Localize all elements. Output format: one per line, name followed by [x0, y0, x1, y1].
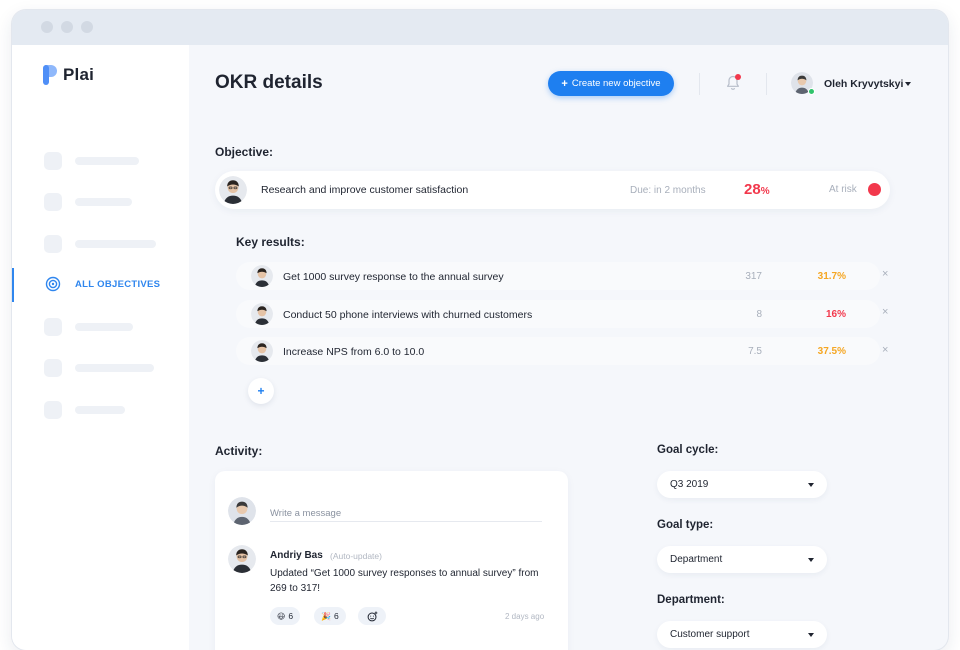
- page-title: OKR details: [215, 72, 323, 93]
- plus-icon: +: [561, 77, 568, 90]
- goal-type-value: Department: [670, 554, 723, 565]
- chevron-down-icon: [808, 558, 814, 562]
- reaction-party[interactable]: 🎉 6: [314, 607, 346, 625]
- department-value: Customer support: [670, 629, 750, 640]
- app-logo[interactable]: Plai: [43, 63, 94, 87]
- key-result-title: Conduct 50 phone interviews with churned…: [283, 309, 533, 321]
- create-objective-button[interactable]: + Create new objective: [548, 71, 674, 96]
- goal-type-label: Goal type:: [657, 519, 714, 531]
- key-results-section-label: Key results:: [236, 235, 305, 249]
- window-minimize-dot[interactable]: [61, 21, 73, 33]
- add-key-result-button[interactable]: +: [248, 378, 274, 404]
- sidebar: Plai ALL OBJECTIVES: [12, 45, 189, 650]
- placeholder-label: [75, 364, 154, 372]
- placeholder-label: [75, 157, 139, 165]
- goal-type-select[interactable]: Department: [657, 546, 827, 573]
- sidebar-item-2[interactable]: [44, 193, 132, 211]
- goal-cycle-value: Q3 2019: [670, 479, 709, 490]
- placeholder-label: [75, 240, 156, 248]
- sidebar-item-label: ALL OBJECTIVES: [75, 278, 161, 290]
- smile-icon: 😃: [277, 611, 286, 621]
- sidebar-item-6[interactable]: [44, 359, 154, 377]
- activity-timestamp: 2 days ago: [505, 612, 545, 621]
- objective-progress: 28%: [744, 181, 770, 198]
- key-result-percent: 37.5%: [817, 346, 846, 357]
- window-maximize-dot[interactable]: [81, 21, 93, 33]
- owner-avatar: [251, 303, 273, 325]
- app-name: Plai: [63, 65, 95, 84]
- key-result-value: 7.5: [748, 346, 762, 357]
- department-select[interactable]: Customer support: [657, 621, 827, 648]
- party-icon: 🎉: [321, 611, 331, 621]
- app-window: Plai ALL OBJECTIVES OKR details + Create…: [12, 10, 948, 650]
- main-content: OKR details + Create new objective Oleh …: [189, 45, 948, 650]
- key-result-row[interactable]: Conduct 50 phone interviews with churned…: [236, 300, 880, 328]
- window-titlebar: [12, 10, 948, 45]
- activity-section-label: Activity:: [215, 444, 263, 458]
- activity-text: Updated “Get 1000 survey responses to an…: [270, 568, 539, 594]
- remove-key-result-icon[interactable]: ×: [882, 306, 888, 318]
- window-close-dot[interactable]: [41, 21, 53, 33]
- key-result-percent: 16%: [825, 309, 846, 320]
- sidebar-item-3[interactable]: [44, 235, 156, 253]
- key-result-title: Increase NPS from 6.0 to 10.0: [283, 346, 425, 358]
- placeholder-icon: [44, 193, 62, 211]
- active-indicator: [12, 268, 14, 302]
- placeholder-label: [75, 323, 133, 331]
- objective-title: Research and improve customer satisfacti…: [261, 184, 469, 196]
- activity-tag: (Auto-update): [330, 551, 382, 561]
- reaction-count: 6: [288, 611, 294, 621]
- key-result-row[interactable]: Get 1000 survey response to the annual s…: [236, 262, 880, 290]
- placeholder-icon: [44, 318, 62, 336]
- chevron-down-icon[interactable]: [905, 82, 911, 86]
- sidebar-item-5[interactable]: [44, 318, 133, 336]
- notification-badge: [735, 74, 741, 80]
- remove-key-result-icon[interactable]: ×: [882, 268, 888, 280]
- placeholder-icon: [44, 359, 62, 377]
- sidebar-item-7[interactable]: [44, 401, 125, 419]
- reaction-count: 6: [333, 611, 339, 621]
- message-input[interactable]: [270, 506, 542, 522]
- sidebar-item-1[interactable]: [44, 152, 139, 170]
- author-avatar: [228, 545, 256, 573]
- target-icon: [45, 276, 61, 292]
- placeholder-icon: [44, 235, 62, 253]
- user-name[interactable]: Oleh Kryvytskyi: [824, 78, 903, 90]
- owner-avatar: [219, 176, 247, 204]
- owner-avatar: [251, 265, 273, 287]
- key-result-value: 8: [756, 309, 762, 320]
- remove-key-result-icon[interactable]: ×: [882, 344, 888, 356]
- add-reaction-button[interactable]: [358, 607, 386, 625]
- online-status-dot: [808, 88, 815, 95]
- reaction-smile[interactable]: 😃 6: [270, 607, 301, 625]
- goal-cycle-label: Goal cycle:: [657, 444, 719, 456]
- add-reaction-icon: [367, 611, 377, 621]
- chevron-down-icon: [808, 633, 814, 637]
- objective-section-label: Objective:: [215, 145, 274, 159]
- objective-status: At risk: [829, 184, 857, 195]
- placeholder-label: [75, 406, 125, 414]
- activity-author[interactable]: Andriy Bas: [270, 550, 323, 561]
- header-divider: [699, 73, 700, 95]
- placeholder-label: [75, 198, 132, 206]
- key-result-percent: 31.7%: [817, 271, 846, 282]
- plai-logo-icon: [43, 63, 59, 87]
- owner-avatar: [251, 340, 273, 362]
- activity-card: Andriy Bas (Auto-update) Updated “Get 10…: [215, 471, 568, 650]
- department-label: Department:: [657, 594, 725, 606]
- key-result-row[interactable]: Increase NPS from 6.0 to 10.0 7.5 37.5%: [236, 337, 880, 365]
- placeholder-icon: [44, 152, 62, 170]
- status-indicator: [868, 183, 881, 196]
- objective-due: Due: in 2 months: [630, 185, 706, 196]
- header-divider: [766, 73, 767, 95]
- key-result-value: 317: [745, 271, 762, 282]
- create-objective-label: Create new objective: [571, 78, 661, 89]
- goal-cycle-select[interactable]: Q3 2019: [657, 471, 827, 498]
- objective-card[interactable]: Research and improve customer satisfacti…: [215, 171, 890, 209]
- key-result-title: Get 1000 survey response to the annual s…: [283, 271, 504, 283]
- placeholder-icon: [44, 401, 62, 419]
- current-user-avatar: [228, 497, 256, 525]
- sidebar-item-all-objectives[interactable]: ALL OBJECTIVES: [45, 276, 160, 292]
- chevron-down-icon: [808, 483, 814, 487]
